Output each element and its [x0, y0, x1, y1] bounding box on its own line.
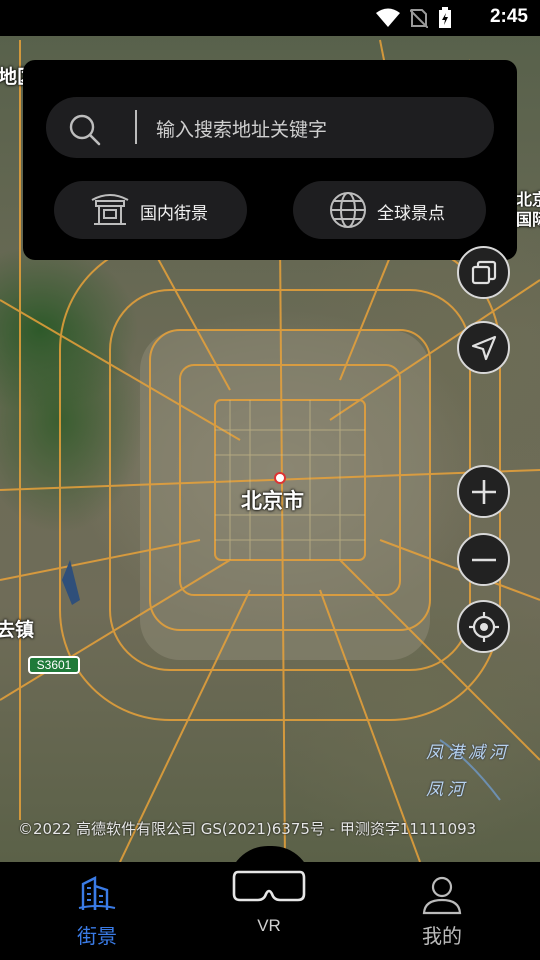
bottom-navigation: 街景 VR 我的 — [0, 862, 540, 960]
zoom-in-button[interactable] — [457, 465, 510, 518]
buildings-icon — [78, 876, 116, 910]
battery-charging-icon — [439, 7, 451, 28]
no-sim-icon — [410, 9, 428, 28]
vr-headset-icon — [232, 870, 306, 902]
status-bar: 2:45 — [0, 0, 540, 36]
wifi-icon — [376, 8, 400, 27]
clock: 2:45 — [489, 6, 528, 27]
layers-icon — [471, 260, 496, 284]
global-attractions-label: 全球景点 — [377, 204, 445, 224]
zoom-out-button[interactable] — [457, 533, 510, 586]
pavilion-icon — [91, 194, 129, 225]
crosshair-icon — [468, 611, 499, 642]
globe-icon — [330, 192, 366, 228]
navigation-button[interactable] — [457, 321, 510, 374]
tab-vr[interactable]: VR — [209, 862, 329, 960]
area-label-top-right-2: 国际 — [516, 210, 540, 229]
tab-mine-label: 我的 — [422, 924, 462, 948]
tab-vr-label: VR — [257, 916, 281, 935]
search-placeholder: 输入搜索地址关键字 — [156, 119, 328, 141]
route-badge: S3601 — [28, 656, 80, 674]
domestic-streetview-button[interactable]: 国内街景 — [54, 181, 247, 239]
navigation-arrow-icon — [471, 335, 496, 360]
tab-streetview[interactable]: 街景 — [37, 862, 157, 960]
layers-button[interactable] — [457, 246, 510, 299]
search-input[interactable]: 输入搜索地址关键字 — [46, 97, 494, 158]
tab-mine[interactable]: 我的 — [382, 862, 502, 960]
search-icon — [69, 114, 101, 146]
global-attractions-button[interactable]: 全球景点 — [293, 181, 486, 239]
town-label-west: 去镇 — [0, 619, 35, 641]
map-copyright: ©2022 高德软件有限公司 GS(2021)6375号 - 甲测资字11111… — [18, 820, 477, 838]
user-icon — [422, 876, 462, 915]
status-icons — [376, 7, 452, 29]
plus-icon — [471, 479, 496, 504]
my-location-button[interactable] — [457, 600, 510, 653]
river-label-south: 凤河 — [426, 780, 468, 800]
river-label-east: 凤港减河 — [426, 743, 510, 763]
domestic-streetview-label: 国内街景 — [140, 204, 208, 224]
search-panel: 输入搜索地址关键字 国内街景 全球景点 — [23, 60, 517, 260]
city-label: 北京市 — [241, 489, 304, 513]
search-divider — [135, 110, 137, 144]
minus-icon — [471, 558, 496, 561]
tab-streetview-label: 街景 — [77, 924, 117, 948]
